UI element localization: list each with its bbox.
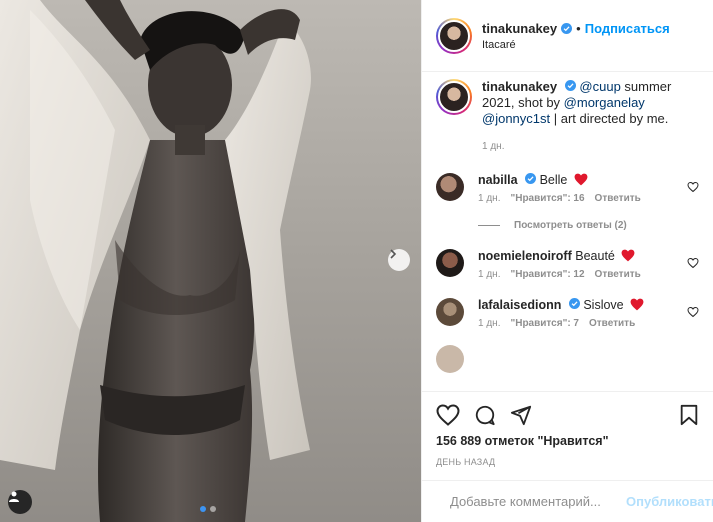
commenter-avatar[interactable] — [436, 249, 464, 277]
reply-button[interactable]: Ответить — [595, 269, 641, 280]
comment-item: lafalaisedionn Sislove 1 дн. "Нравится":… — [436, 298, 699, 329]
like-comment-icon[interactable] — [687, 181, 699, 193]
comment-item-partial — [436, 345, 699, 373]
caption-author-avatar[interactable] — [436, 79, 472, 115]
add-comment-bar: Опубликовать — [422, 480, 713, 522]
post-header: tinakunakey • Подписаться Itacaré — [422, 0, 713, 72]
tagged-users-button[interactable] — [8, 490, 32, 514]
comment-text: Sislove — [583, 298, 624, 312]
publish-button[interactable]: Опубликовать — [626, 494, 713, 509]
like-comment-icon[interactable] — [687, 257, 699, 269]
bookmark-icon[interactable] — [679, 404, 699, 426]
post-photo[interactable] — [0, 0, 421, 522]
location-link[interactable]: Itacaré — [482, 39, 670, 51]
commenter-avatar[interactable] — [436, 345, 464, 373]
photo-illustration — [0, 0, 421, 522]
comments-list[interactable]: tinakunakey @cuup summer 2021, shot by @… — [422, 73, 713, 391]
user-icon — [9, 491, 19, 502]
author-avatar[interactable] — [436, 17, 472, 54]
like-icon[interactable] — [436, 404, 460, 426]
mention-link[interactable]: @jonnyc1st — [482, 111, 550, 126]
mention-link[interactable]: @cuup — [579, 79, 620, 94]
carousel-dot — [200, 506, 206, 512]
post-side-panel: tinakunakey • Подписаться Itacaré tinaku… — [421, 0, 713, 522]
commenter-avatar[interactable] — [436, 173, 464, 201]
post-caption: tinakunakey @cuup summer 2021, shot by @… — [436, 79, 699, 155]
red-heart-emoji-icon — [630, 298, 644, 311]
caption-time[interactable]: 1 дн. — [482, 139, 504, 155]
separator-dot: • — [576, 20, 581, 36]
red-heart-emoji-icon — [621, 249, 635, 262]
red-heart-emoji-icon — [574, 173, 588, 186]
comment-likes[interactable]: "Нравится": 16 — [510, 193, 584, 204]
carousel-dot — [210, 506, 216, 512]
caption-username[interactable]: tinakunakey — [482, 79, 557, 94]
comment-text: Belle — [539, 173, 568, 187]
post-date[interactable]: ДЕНЬ НАЗАД — [436, 457, 699, 467]
verified-badge-icon — [561, 22, 573, 34]
comment-likes[interactable]: "Нравится": 7 — [510, 318, 579, 329]
commenter-username[interactable]: nabilla — [478, 173, 518, 187]
verified-badge-icon — [525, 173, 537, 184]
view-replies-button[interactable]: Посмотреть ответы (2) — [478, 220, 699, 231]
commenter-avatar[interactable] — [436, 298, 464, 326]
author-username[interactable]: tinakunakey — [482, 21, 557, 36]
like-comment-icon[interactable] — [687, 306, 699, 318]
comment-time[interactable]: 1 дн. — [478, 269, 500, 280]
comment-time[interactable]: 1 дн. — [478, 318, 500, 329]
post-actions: 156 889 отметок "Нравится" ДЕНЬ НАЗАД — [422, 391, 713, 467]
share-icon[interactable] — [510, 404, 532, 426]
reply-button[interactable]: Ответить — [589, 318, 635, 329]
commenter-username[interactable]: noemielenoiroff — [478, 249, 572, 263]
likes-count[interactable]: 156 889 отметок "Нравится" — [436, 434, 699, 448]
caption-text: | art directed by me. — [550, 111, 669, 126]
comment-text: Beauté — [575, 249, 615, 263]
carousel-indicator — [200, 506, 216, 512]
reply-button[interactable]: Ответить — [595, 193, 641, 204]
follow-button[interactable]: Подписаться — [585, 21, 670, 36]
comment-input[interactable] — [450, 494, 626, 509]
verified-badge-icon — [564, 80, 576, 91]
comment-time[interactable]: 1 дн. — [478, 193, 500, 204]
comment-likes[interactable]: "Нравится": 12 — [510, 269, 584, 280]
comment-item: nabilla Belle 1 дн. "Нравится": 16 Ответ… — [436, 173, 699, 204]
next-slide-button[interactable] — [388, 249, 410, 271]
comment-icon[interactable] — [474, 404, 496, 426]
verified-badge-icon — [568, 298, 580, 309]
chevron-right-icon — [390, 249, 397, 259]
mention-link[interactable]: @morganelay — [564, 95, 645, 110]
instagram-post-modal: tinakunakey • Подписаться Itacaré tinaku… — [0, 0, 713, 522]
comment-item: noemielenoiroff Beauté 1 дн. "Нравится":… — [436, 249, 699, 280]
commenter-username[interactable]: lafalaisedionn — [478, 298, 561, 312]
